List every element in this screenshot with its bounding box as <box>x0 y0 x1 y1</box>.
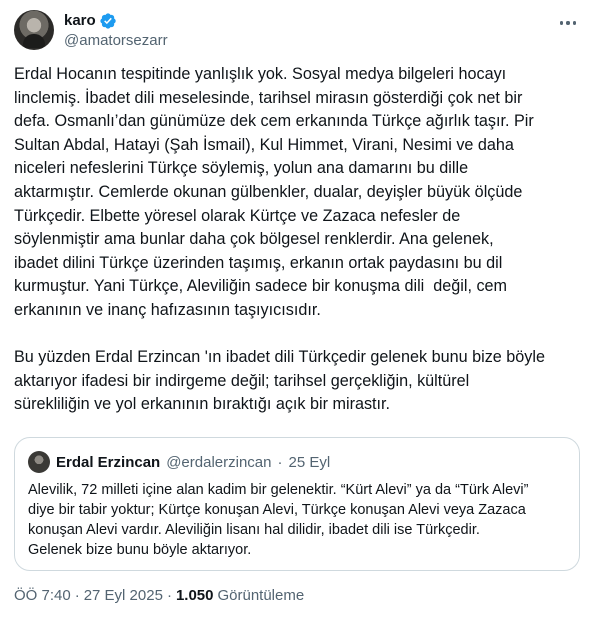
display-name-row: karo <box>64 11 168 30</box>
tweet-date[interactable]: 27 Eyl 2025 <box>84 587 163 604</box>
author-handle[interactable]: @amatorsezarr <box>64 32 168 49</box>
tweet-meta: ÖÖ 7:40 · 27 Eyl 2025 · 1.050 Görüntülem… <box>14 587 304 604</box>
author-display-name[interactable]: karo <box>64 12 96 29</box>
tweet-header: karo @amatorsezarr <box>14 10 579 54</box>
quoted-author-avatar <box>28 451 50 473</box>
quoted-author-handle: @erdalerzincan <box>166 453 272 471</box>
quoted-author-name: Erdal Erzincan <box>56 453 161 471</box>
views-label: Görüntüleme <box>217 587 305 604</box>
tweet-text: Erdal Hocanın tespitinde yanlışlık yok. … <box>14 65 546 414</box>
quoted-tweet-date: 25 Eyl <box>288 453 331 471</box>
author-names: karo @amatorsezarr <box>64 11 168 49</box>
quoted-separator-dot: · <box>277 453 283 471</box>
meta-separator-dot-2: · <box>166 587 172 604</box>
quoted-tweet-text: Alevilik, 72 milleti içine alan kadim bi… <box>28 482 529 558</box>
quoted-tweet-header: Erdal Erzincan @erdalerzincan · 25 Eyl <box>28 451 330 473</box>
more-options-icon[interactable] <box>557 14 579 32</box>
verified-badge-icon[interactable] <box>99 12 117 30</box>
quoted-tweet[interactable]: Erdal Erzincan @erdalerzincan · 25 Eyl A… <box>14 437 580 571</box>
views-count: 1.050 <box>175 587 214 604</box>
author-avatar[interactable] <box>14 10 54 50</box>
tweet-time[interactable]: ÖÖ 7:40 <box>14 587 71 604</box>
meta-separator-dot: · <box>74 587 80 604</box>
